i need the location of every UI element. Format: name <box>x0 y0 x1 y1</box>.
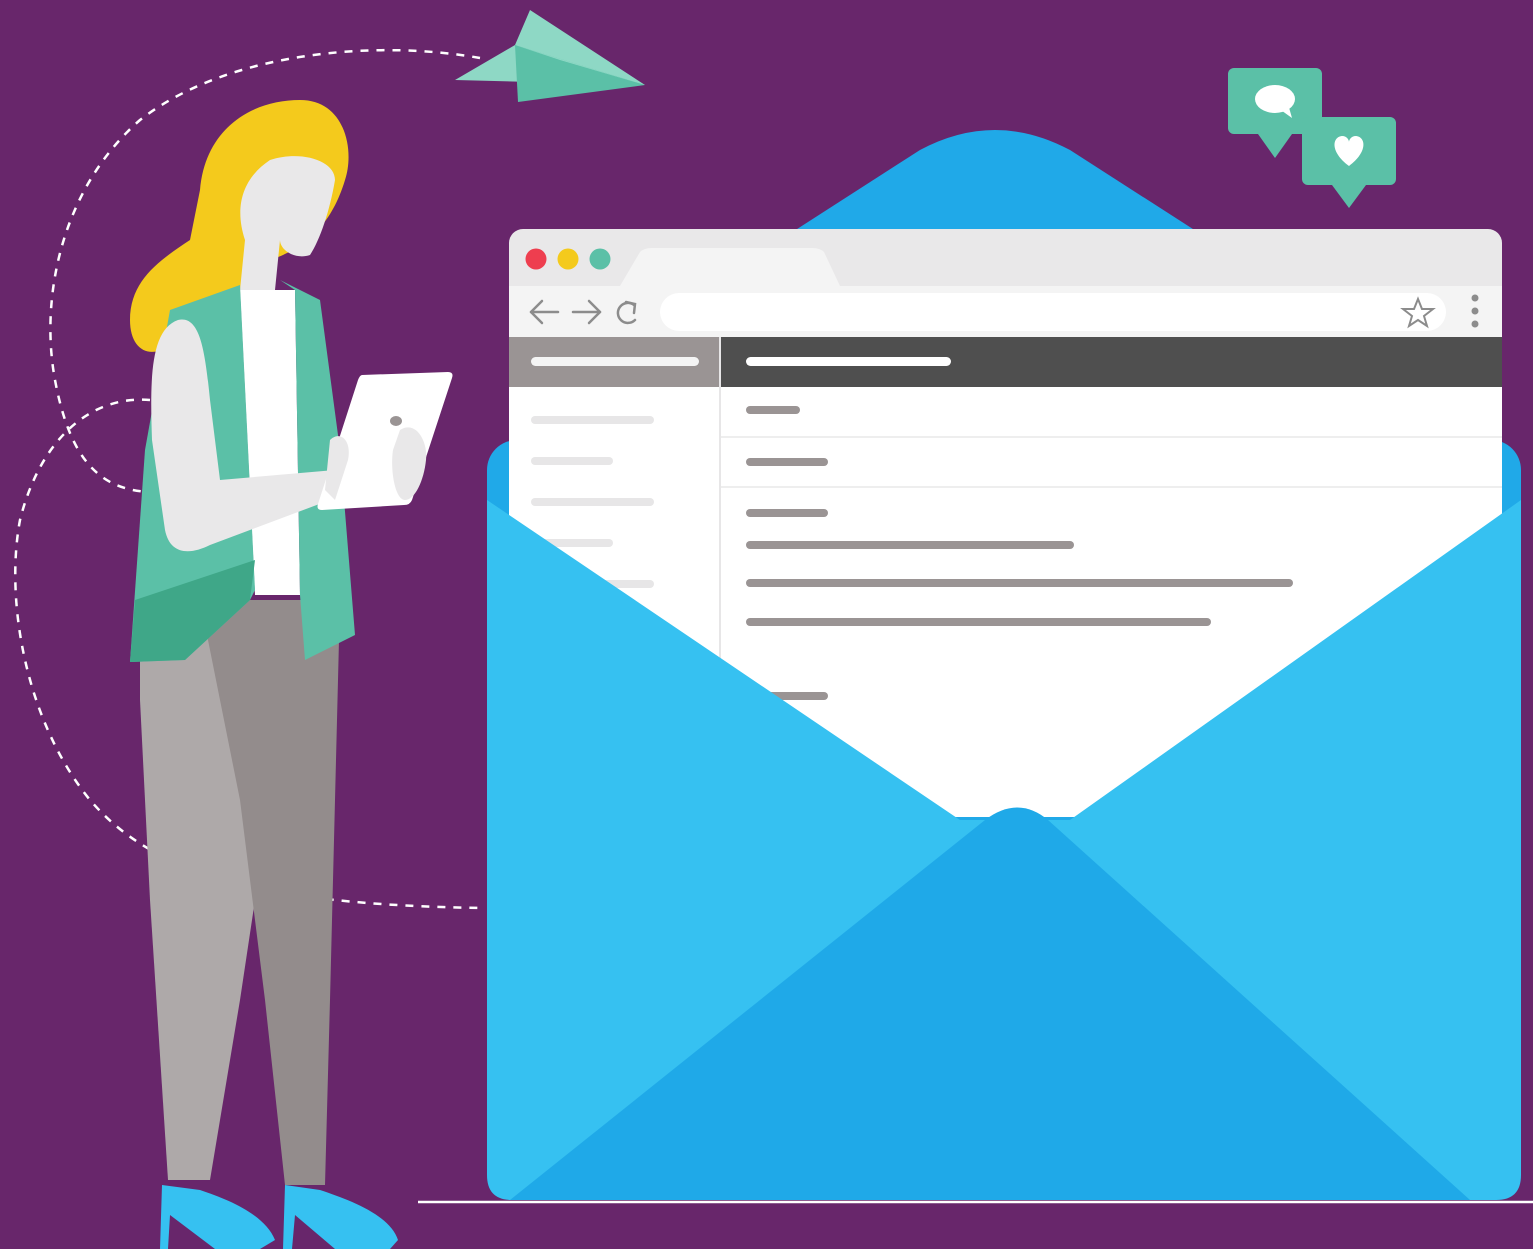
window-maximize-button[interactable] <box>589 248 611 270</box>
list-item[interactable] <box>746 406 800 414</box>
list-item[interactable] <box>746 458 828 466</box>
sidebar-item[interactable] <box>531 457 613 465</box>
sidebar-item[interactable] <box>531 416 654 424</box>
menu-kebab-icon[interactable] <box>1471 294 1479 328</box>
window-minimize-button[interactable] <box>557 248 579 270</box>
address-bar[interactable] <box>660 293 1446 331</box>
illustration-canvas <box>0 0 1533 1249</box>
browser-tab[interactable] <box>620 248 840 286</box>
window-close-button[interactable] <box>525 248 547 270</box>
sidebar-item[interactable] <box>531 498 654 506</box>
